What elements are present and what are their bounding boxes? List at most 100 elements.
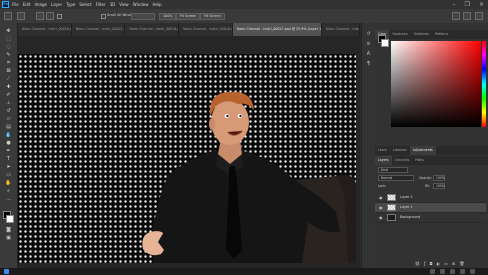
layer-kind-filter[interactable]: Kind bbox=[378, 167, 408, 173]
history-icon[interactable]: ↺ bbox=[365, 31, 372, 37]
close-icon[interactable]: × bbox=[479, 1, 484, 8]
frame-tool-icon[interactable]: ⊠ bbox=[5, 69, 12, 74]
color-picker-field[interactable] bbox=[391, 41, 481, 127]
zoom-tool-icon[interactable] bbox=[17, 12, 25, 20]
document-canvas[interactable] bbox=[18, 54, 356, 263]
eraser-tool-icon[interactable]: ▱ bbox=[5, 117, 12, 122]
hand-tool-icon[interactable]: ✋ bbox=[5, 181, 12, 186]
mask-icon[interactable]: ◘ bbox=[430, 261, 433, 267]
start-icon[interactable] bbox=[4, 269, 9, 274]
color-panel-background[interactable] bbox=[381, 39, 389, 47]
paragraph-icon[interactable]: ¶ bbox=[365, 61, 372, 67]
quick-mask-icon[interactable]: ◙ bbox=[5, 228, 12, 233]
menu-select[interactable]: Select bbox=[79, 2, 91, 7]
dodge-tool-icon[interactable]: ● bbox=[5, 141, 12, 146]
minimize-icon[interactable]: – bbox=[453, 1, 456, 8]
zoom-tool-icon[interactable]: ⌕ bbox=[5, 189, 12, 194]
home-icon[interactable] bbox=[4, 12, 12, 20]
fill-screen-button[interactable]: Fill Screen bbox=[200, 12, 225, 20]
quick-select-tool-icon[interactable]: ✎ bbox=[5, 53, 12, 58]
tab-adjustments[interactable]: Adjustments bbox=[409, 146, 436, 155]
tab-channels[interactable]: Channels bbox=[392, 156, 413, 165]
opacity-label: Opacity: bbox=[419, 176, 432, 180]
menu-edit[interactable]: Edit bbox=[23, 2, 31, 7]
crop-tool-icon[interactable]: ⌗ bbox=[5, 61, 12, 66]
menu-type[interactable]: Type bbox=[66, 2, 75, 7]
search-icon[interactable] bbox=[452, 12, 460, 20]
zoom-out-icon[interactable] bbox=[46, 12, 54, 20]
new-layer-icon[interactable]: ⊞ bbox=[452, 261, 455, 267]
type-tool-icon[interactable]: T bbox=[5, 157, 12, 162]
group-icon[interactable]: ▭ bbox=[444, 261, 448, 267]
document-tab-active[interactable]: Neon Channel - Instrl_00027.psd @ 25.9% … bbox=[232, 23, 323, 36]
menu-layer[interactable]: Layer bbox=[51, 2, 62, 7]
lasso-tool-icon[interactable]: ◌ bbox=[5, 45, 12, 50]
blur-tool-icon[interactable]: 💧 bbox=[5, 133, 12, 138]
link-layers-icon[interactable]: ⛓ bbox=[415, 261, 420, 267]
menu-filter[interactable]: Filter bbox=[96, 2, 106, 7]
clone-stamp-tool-icon[interactable]: ⊥ bbox=[5, 101, 12, 106]
hue-slider[interactable] bbox=[482, 41, 486, 127]
tray-icon[interactable] bbox=[430, 269, 435, 274]
tray-icon[interactable] bbox=[450, 269, 455, 274]
document-tab[interactable]: Neon Channel - Instrl_00016.psd bbox=[18, 23, 72, 36]
rectangle-tool-icon[interactable]: ▭ bbox=[5, 173, 12, 178]
restore-icon[interactable]: ❐ bbox=[465, 1, 470, 8]
tab-patterns[interactable]: Patterns bbox=[432, 30, 451, 39]
adjustment-layer-icon[interactable]: ◐ bbox=[437, 261, 441, 267]
scrubby-zoom-button[interactable] bbox=[131, 12, 155, 20]
visibility-eye-icon[interactable]: ◉ bbox=[379, 195, 383, 200]
visibility-eye-icon[interactable]: ◉ bbox=[379, 215, 383, 220]
tab-libraries[interactable]: Libraries bbox=[390, 146, 410, 155]
brush-tool-icon[interactable]: ✐ bbox=[5, 93, 12, 98]
path-select-tool-icon[interactable]: ➤ bbox=[5, 165, 12, 170]
panels-column: Color Swatches Gradients Patterns Learn … bbox=[375, 23, 488, 269]
resize-windows-checkbox[interactable] bbox=[57, 13, 62, 19]
layer-row-selected[interactable]: ◉ Layer 1 bbox=[375, 203, 486, 213]
tab-gradients[interactable]: Gradients bbox=[411, 30, 433, 39]
marquee-tool-icon[interactable]: ⬚ bbox=[5, 37, 12, 42]
menu-image[interactable]: Image bbox=[34, 2, 47, 7]
eyedropper-tool-icon[interactable]: ⟋ bbox=[5, 77, 12, 82]
opacity-input[interactable]: 100% bbox=[433, 175, 445, 181]
character-icon[interactable]: A bbox=[365, 51, 372, 57]
menu-help[interactable]: Help bbox=[152, 2, 161, 7]
tray-icon[interactable] bbox=[440, 269, 445, 274]
tab-paths[interactable]: Paths bbox=[412, 156, 427, 165]
properties-icon[interactable]: ≡ bbox=[365, 41, 372, 47]
screen-mode-icon[interactable]: ▣ bbox=[5, 236, 12, 241]
fit-screen-button[interactable]: Fit Screen bbox=[176, 12, 201, 20]
tray-icon[interactable] bbox=[470, 269, 475, 274]
scroll-all-windows-checkbox[interactable] bbox=[101, 13, 106, 19]
history-brush-tool-icon[interactable]: ↺ bbox=[5, 109, 12, 114]
document-tab[interactable]: Neon Channel - Instrl_00016.psd bbox=[179, 23, 233, 36]
fill-input[interactable]: 100% bbox=[433, 183, 445, 189]
background-color-swatch[interactable] bbox=[6, 215, 14, 223]
delete-layer-icon[interactable]: 🗑 bbox=[459, 261, 464, 267]
workspace-icon[interactable] bbox=[463, 12, 471, 20]
pen-tool-icon[interactable]: ✒ bbox=[5, 149, 12, 154]
menu-view[interactable]: View bbox=[119, 2, 129, 7]
menu-3d[interactable]: 3D bbox=[110, 2, 116, 7]
blend-mode-select[interactable]: Normal bbox=[378, 175, 414, 181]
tray-icon[interactable] bbox=[460, 269, 465, 274]
tab-layers[interactable]: Layers bbox=[375, 156, 392, 165]
document-tab[interactable]: Neon Channel - Instrl_00016.psd bbox=[322, 23, 360, 36]
menu-window[interactable]: Window bbox=[133, 2, 149, 7]
tab-learn[interactable]: Learn bbox=[375, 146, 390, 155]
fx-icon[interactable]: ƒ bbox=[424, 261, 425, 267]
zoom-in-icon[interactable] bbox=[36, 12, 44, 20]
layer-row[interactable]: ◉ Layer 2 bbox=[375, 193, 486, 203]
healing-brush-tool-icon[interactable]: ✚ bbox=[5, 85, 12, 90]
layer-row[interactable]: ◉ Background bbox=[375, 213, 486, 223]
move-tool-icon[interactable]: ✥ bbox=[5, 29, 12, 34]
zoom-100-button[interactable]: 100% bbox=[159, 12, 177, 20]
document-tab[interactable]: Neon Channel - Instrl_00022.psd bbox=[71, 23, 126, 36]
menu-file[interactable]: File bbox=[12, 2, 19, 7]
more-tools-icon[interactable]: … bbox=[5, 197, 12, 202]
document-tab[interactable]: Neon Channel - Instrl_00016.psd bbox=[125, 23, 180, 36]
tab-swatches[interactable]: Swatches bbox=[389, 30, 410, 39]
visibility-eye-icon[interactable]: ◉ bbox=[379, 205, 383, 210]
share-icon[interactable] bbox=[475, 12, 483, 20]
gradient-tool-icon[interactable]: ▤ bbox=[5, 125, 12, 130]
